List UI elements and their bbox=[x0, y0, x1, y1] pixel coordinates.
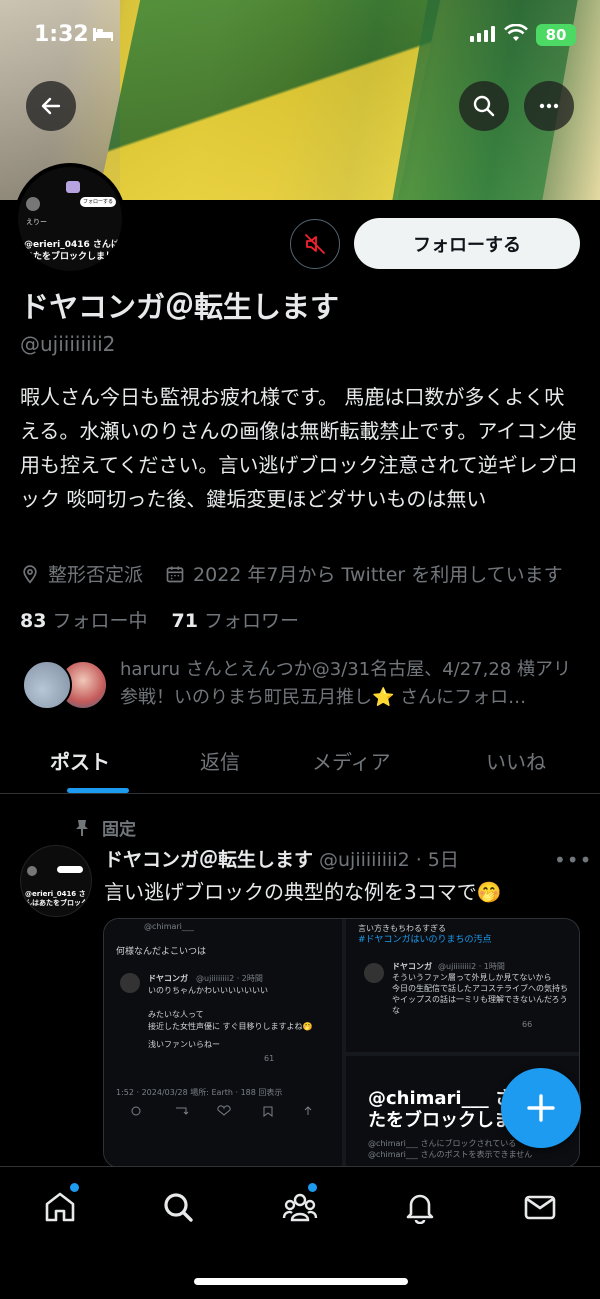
post-avatar-caption: @erieri_0416 さんはあたをブロックしました bbox=[25, 890, 88, 907]
sleep-focus-icon bbox=[93, 28, 113, 41]
nav-communities[interactable] bbox=[280, 1187, 320, 1227]
followed-by-text: haruru さんとえんつか@3/31名古屋、4/27,28 横アリ参戦！いのり… bbox=[120, 659, 571, 708]
media2-quote-text2: 今日の生配信で話したアコステライブへの気持ち bbox=[392, 984, 568, 993]
media1-reply1: みたいな人って bbox=[148, 1010, 204, 1019]
post-header: ドヤコンガ＠転生します @ujiiiiiiii2 · 5日 bbox=[104, 845, 459, 872]
back-button[interactable] bbox=[26, 81, 76, 131]
media3-small1: @chimari___ さんにブロックされている bbox=[368, 1139, 517, 1148]
bell-icon bbox=[406, 1194, 434, 1224]
followed-by-row[interactable]: haruru さんとえんつか@3/31名古屋、4/27,28 横アリ参戦！いのり… bbox=[20, 656, 582, 716]
calendar-icon bbox=[166, 566, 184, 582]
plus-icon bbox=[527, 1094, 555, 1122]
profile-name: ドヤコンガ＠転生します bbox=[20, 290, 340, 324]
arrow-left-icon bbox=[41, 97, 61, 115]
home-indicator bbox=[194, 1278, 408, 1285]
media1-handle: @chimari___ bbox=[144, 922, 194, 931]
media2-line1: 言い方きもちわるすぎる bbox=[358, 924, 446, 933]
media2-hashtag: #ドヤコンガはいのりまちの汚点 bbox=[358, 935, 492, 945]
profile-meta: 整形否定派 2022 年7月から Twitter を利用しています bbox=[20, 560, 585, 587]
mail-icon bbox=[524, 1195, 556, 1220]
pinned-label: 固定 bbox=[74, 815, 136, 840]
wifi-icon bbox=[504, 24, 528, 41]
search-icon bbox=[164, 1193, 193, 1222]
tab-likes[interactable]: いいね bbox=[486, 746, 546, 775]
media1-footer: 1:52 · 2024/03/28 場所: Earth · 188 回表示 bbox=[116, 1088, 283, 1097]
profile-joined: 2022 年7月から Twitter を利用しています bbox=[193, 564, 563, 586]
status-time: 1:32 bbox=[34, 22, 89, 47]
nav-home[interactable] bbox=[40, 1187, 80, 1227]
status-bar: 1:32 80 bbox=[0, 0, 600, 72]
nav-messages[interactable] bbox=[520, 1187, 560, 1227]
media-image-1[interactable]: @chimari___ 何様なんだよこいつは ドヤコンガ @ujiiiiiiii… bbox=[104, 919, 342, 1167]
profile-location: 整形否定派 bbox=[48, 564, 144, 586]
profile-handle: @ujiiiiiiii2 bbox=[20, 332, 116, 356]
media1-quote-name: ドヤコンガ bbox=[148, 974, 188, 983]
media1-count: 61 bbox=[264, 1054, 275, 1063]
media1-action-icons bbox=[131, 1105, 312, 1117]
post-more-button[interactable]: ••• bbox=[554, 848, 592, 872]
nav-search[interactable] bbox=[158, 1187, 198, 1227]
media2-quote-meta: @ujiiiiiiii2 · 1時間 bbox=[438, 962, 505, 971]
battery-icon: 80 bbox=[536, 24, 576, 46]
post-text: 言い逃げブロックの典型的な例を3コマで🤭 bbox=[104, 880, 502, 904]
home-icon bbox=[45, 1192, 75, 1222]
media1-line1: 何様なんだよこいつは bbox=[116, 947, 207, 957]
cellular-signal-icon bbox=[470, 26, 495, 42]
media2-quote-text4: な bbox=[392, 1006, 400, 1015]
communities-notification-dot bbox=[308, 1183, 317, 1192]
tab-media[interactable]: メディア bbox=[312, 746, 391, 775]
followers-link[interactable]: 71 フォロワー bbox=[172, 610, 299, 632]
pin-icon bbox=[76, 819, 88, 836]
media-image-2[interactable]: 言い方きもちわるすぎる #ドヤコンガはいのりまちの汚点 ドヤコンガ @ujiii… bbox=[346, 919, 579, 1052]
media2-count: 66 bbox=[522, 1020, 533, 1029]
communities-icon bbox=[282, 1193, 318, 1222]
media1-reply3: 浅いファンいらねー bbox=[148, 1040, 220, 1049]
follow-button[interactable]: フォローする bbox=[354, 218, 580, 269]
search-button[interactable] bbox=[459, 81, 509, 131]
compose-post-button[interactable] bbox=[501, 1068, 581, 1148]
search-icon bbox=[473, 95, 495, 117]
media2-quote-text1: そういうファン層って外見しか見てないから bbox=[392, 973, 552, 982]
post-meta: @ujiiiiiiii2 · 5日 bbox=[319, 849, 459, 871]
more-options-button[interactable] bbox=[524, 81, 574, 131]
avatar-caption: @erieri_0416 さんはあたをブロックしました bbox=[24, 240, 120, 262]
follower-avatar bbox=[22, 660, 72, 710]
active-tab-indicator bbox=[67, 788, 129, 793]
media2-quote-text3: やイップスの話は一ミリも理解できないんだろう bbox=[392, 995, 568, 1004]
tab-posts[interactable]: ポスト bbox=[50, 746, 110, 775]
media1-reply2: 接近した女性声優に すぐ目移りしますよね🤭 bbox=[148, 1022, 313, 1031]
profile-bio: 暇人さん今日も監視お疲れ様です。 馬鹿は口数が多くよく吠える。水瀬いのりさんの画… bbox=[20, 385, 578, 511]
following-link[interactable]: 83 フォロー中 bbox=[20, 610, 147, 632]
avatar-follow-text: フォローする bbox=[80, 197, 116, 207]
avatar-name-text: えりー bbox=[26, 218, 47, 226]
pinned-text: 固定 bbox=[102, 820, 136, 840]
nav-notifications[interactable] bbox=[400, 1187, 440, 1227]
media2-quote-name: ドヤコンガ bbox=[392, 962, 432, 971]
profile-avatar[interactable]: フォローする えりー @erieri_0416 さんはあたをブロックしました bbox=[14, 163, 126, 275]
post-avatar[interactable]: @erieri_0416 さんはあたをブロックしました bbox=[20, 845, 92, 917]
media3-small2: @chimari___ さんのポストを表示できません bbox=[368, 1150, 533, 1159]
more-horizontal-icon bbox=[539, 103, 559, 109]
media1-quote-text: いのりちゃんかわいいいいいいい bbox=[148, 986, 268, 995]
location-pin-icon bbox=[23, 564, 37, 584]
muted-speaker-icon bbox=[305, 234, 325, 254]
follow-counts: 83 フォロー中 71 フォロワー bbox=[20, 606, 299, 633]
mute-button[interactable] bbox=[290, 219, 340, 269]
home-notification-dot bbox=[70, 1183, 79, 1192]
post-author[interactable]: ドヤコンガ＠転生します bbox=[104, 849, 313, 871]
media1-quote-meta: @ujiiiiiiii2 · 2時間 bbox=[196, 974, 263, 983]
profile-tabs: ポスト 返信 メディア いいね bbox=[0, 730, 600, 794]
tab-replies[interactable]: 返信 bbox=[200, 746, 240, 775]
